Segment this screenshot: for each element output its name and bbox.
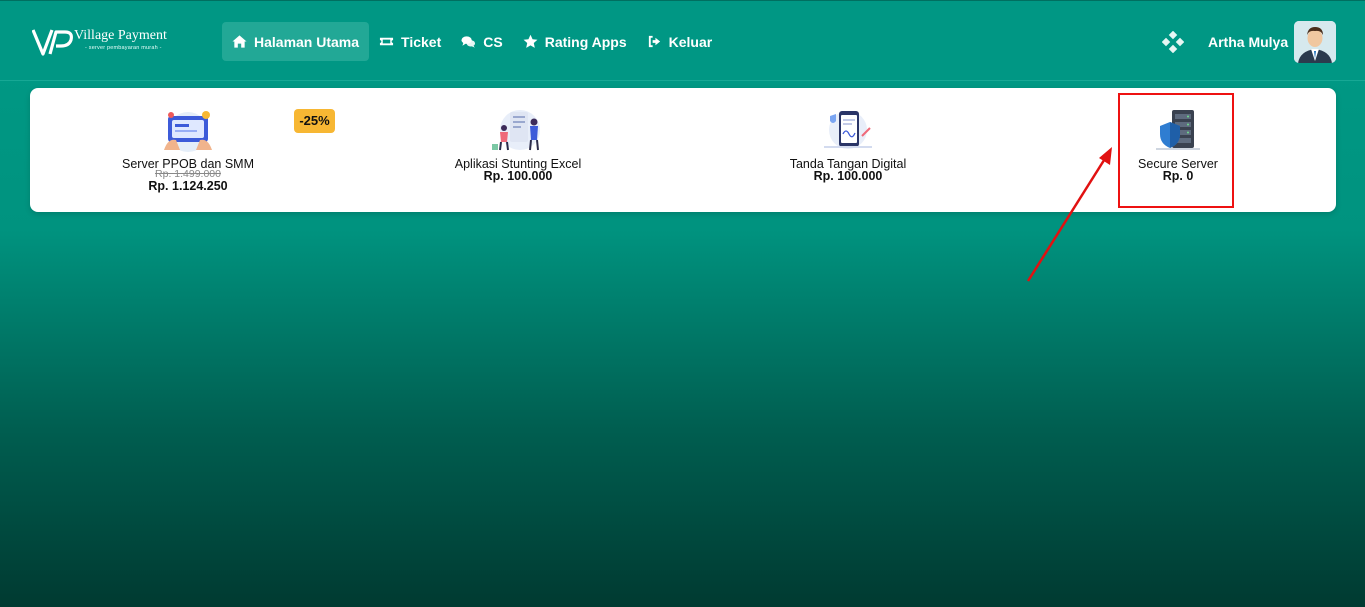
main-nav: Halaman Utama Ticket CS Rating Apps Kelu… — [222, 22, 722, 61]
stunting-illustration-icon — [492, 110, 540, 151]
discount-badge: -25% — [294, 109, 335, 133]
product-price: Rp. 100.000 — [483, 169, 553, 183]
nav-cs[interactable]: CS — [451, 22, 512, 61]
avatar-person-icon — [1294, 21, 1336, 63]
product-tanda-tangan-digital[interactable]: Tanda Tangan Digital Rp. 100.000 — [728, 88, 968, 212]
sign-out-icon — [648, 35, 660, 48]
nav-ticket[interactable]: Ticket — [369, 22, 451, 61]
product-secure-server[interactable]: Secure Server Rp. 0 — [1058, 88, 1298, 212]
product-card: Server PPOB dan SMM Rp. 1.499.000 Rp. 1.… — [30, 88, 1336, 212]
nav-label: Halaman Utama — [254, 33, 360, 50]
home-icon — [232, 35, 247, 48]
nav-label: Keluar — [668, 33, 713, 50]
nav-keluar[interactable]: Keluar — [637, 22, 723, 61]
product-price: Rp. 0 — [1162, 169, 1194, 183]
product-price: Rp. 100.000 — [813, 169, 883, 183]
nav-label: Ticket — [401, 33, 442, 50]
vp-logo-icon — [32, 29, 73, 56]
app-grid-icon[interactable] — [1162, 31, 1184, 53]
ppob-illustration-icon — [164, 111, 212, 152]
nav-label: CS — [483, 33, 503, 50]
star-icon — [523, 34, 538, 48]
ticket-icon — [379, 37, 394, 46]
nav-halaman-utama[interactable]: Halaman Utama — [222, 22, 370, 61]
brand-logo[interactable]: Village Payment - server pembayaran mura… — [32, 25, 182, 59]
digital-signature-illustration-icon — [824, 111, 872, 149]
top-navbar: Village Payment - server pembayaran mura… — [0, 0, 1365, 81]
user-name[interactable]: Artha Mulya — [1208, 34, 1288, 50]
product-server-ppob[interactable]: Server PPOB dan SMM Rp. 1.499.000 Rp. 1.… — [68, 88, 308, 212]
nav-label: Rating Apps — [544, 33, 627, 50]
product-price: Rp. 1.124.250 — [148, 179, 228, 193]
brand-tagline: - server pembayaran murah - — [85, 45, 162, 51]
nav-rating-apps[interactable]: Rating Apps — [513, 22, 637, 61]
secure-server-illustration-icon — [1156, 110, 1200, 150]
product-aplikasi-stunting[interactable]: Aplikasi Stunting Excel Rp. 100.000 — [398, 88, 638, 212]
chat-icon — [461, 36, 476, 48]
brand-title: Village Payment — [74, 28, 167, 43]
user-avatar[interactable] — [1294, 21, 1336, 63]
